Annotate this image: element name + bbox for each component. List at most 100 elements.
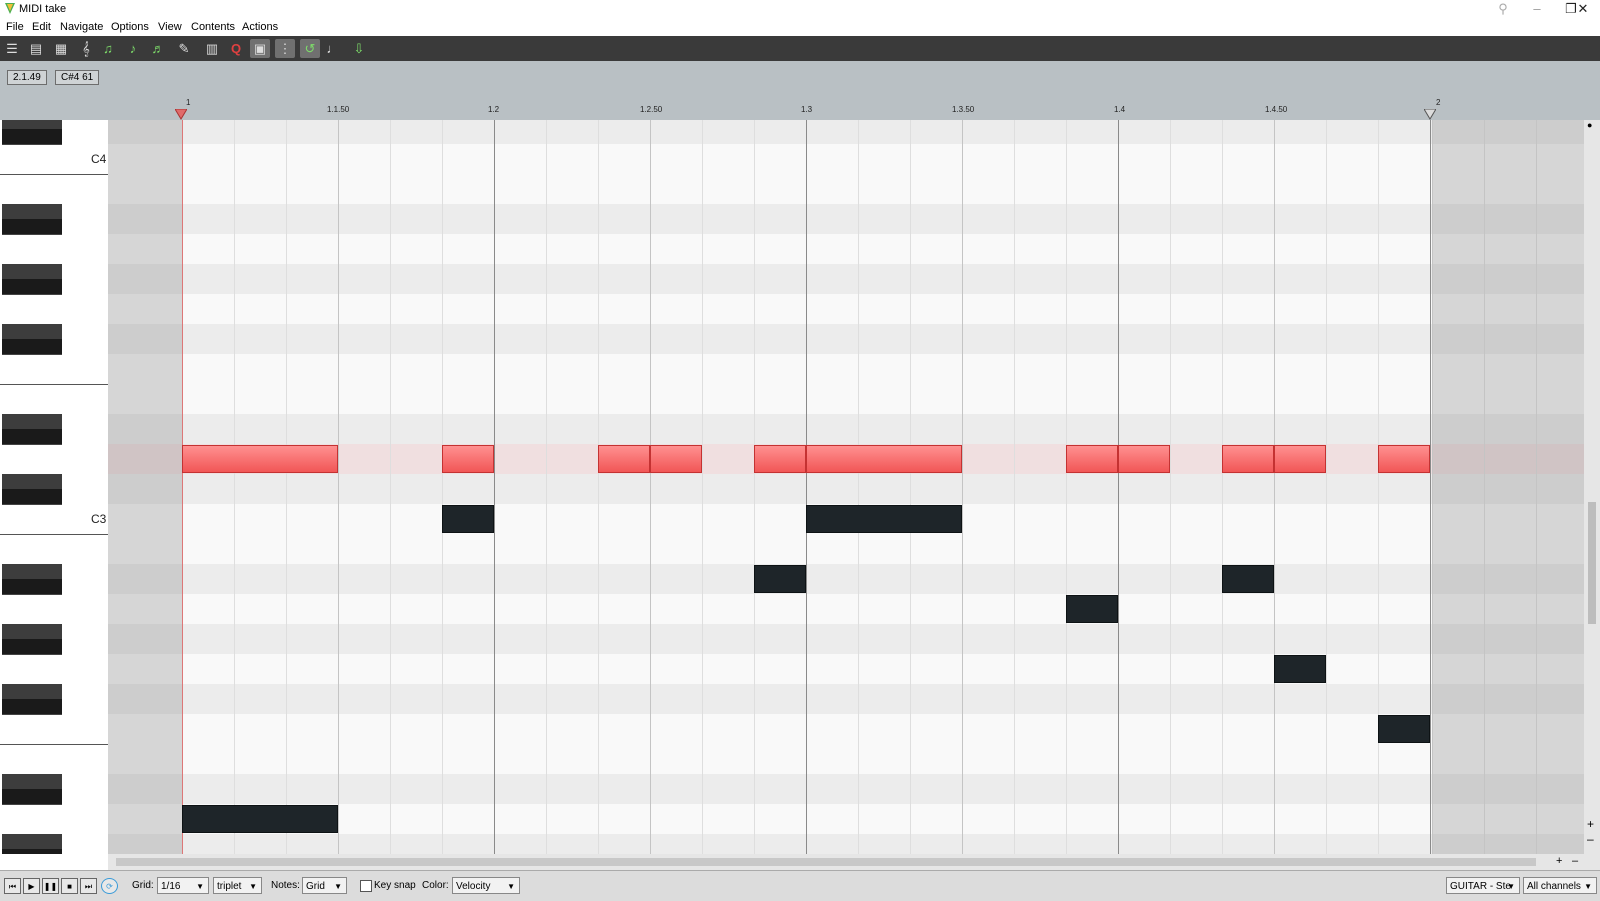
pitch-lane[interactable]	[108, 714, 1584, 744]
pitch-lane[interactable]	[108, 744, 1584, 774]
midi-note-selected[interactable]	[806, 445, 962, 473]
h-zoom-out-icon[interactable]: –	[1572, 855, 1578, 867]
pitch-lane[interactable]	[108, 324, 1584, 354]
minimize-icon[interactable]: –	[1520, 0, 1554, 18]
drum-grid-view-icon[interactable]: ▦	[51, 39, 71, 58]
horizontal-scrollbar[interactable]: + –	[108, 854, 1600, 870]
note-display[interactable]: C#4 61	[55, 70, 100, 85]
midi-note[interactable]	[806, 505, 962, 533]
close-icon[interactable]: ✕	[1566, 0, 1600, 18]
piano-roll-view-icon[interactable]: ▤	[26, 39, 46, 58]
note-edit-icon[interactable]: ✎	[174, 39, 194, 58]
grid-icon[interactable]: ⋮	[275, 39, 295, 58]
midi-note-selected[interactable]	[1066, 445, 1118, 473]
midi-note-selected[interactable]	[1222, 445, 1274, 473]
go-to-end-icon[interactable]: ⏭	[80, 878, 97, 894]
midi-note-selected[interactable]	[182, 445, 338, 473]
pitch-lane[interactable]	[108, 654, 1584, 684]
play-icon[interactable]: ▶	[23, 878, 40, 894]
black-key[interactable]	[2, 474, 62, 505]
pitch-lane[interactable]	[108, 594, 1584, 624]
piano-keyboard[interactable]: C4 C3	[0, 120, 109, 854]
midi-note-selected[interactable]	[598, 445, 650, 473]
zoom-in-icon[interactable]: +	[1587, 817, 1594, 831]
pitch-lane[interactable]	[108, 684, 1584, 714]
step-input-icon[interactable]: ⇩	[349, 39, 369, 58]
pitch-lane[interactable]	[108, 144, 1584, 174]
start-marker-icon[interactable]	[175, 109, 187, 120]
black-key[interactable]	[2, 684, 62, 715]
notes-select[interactable]: Grid ▼	[302, 877, 347, 894]
pitch-lane[interactable]	[108, 474, 1584, 504]
h-zoom-in-icon[interactable]: +	[1556, 855, 1562, 867]
midi-note[interactable]	[1222, 565, 1274, 593]
black-key[interactable]	[2, 204, 62, 235]
pitch-lane[interactable]	[108, 174, 1584, 204]
go-to-start-icon[interactable]: ⏮	[4, 878, 21, 894]
pitch-lane[interactable]	[108, 204, 1584, 234]
color-select[interactable]: Velocity ▼	[452, 877, 520, 894]
pitch-lane[interactable]	[108, 624, 1584, 654]
black-key[interactable]	[2, 624, 62, 655]
black-key[interactable]	[2, 120, 62, 145]
pitch-lane[interactable]	[108, 264, 1584, 294]
menu-view[interactable]: View	[158, 21, 182, 33]
note-play-icon[interactable]: ♪	[123, 39, 143, 58]
menu-navigate[interactable]: Navigate	[60, 21, 103, 33]
fill-icon[interactable]: ▣	[250, 39, 270, 58]
midi-note[interactable]	[754, 565, 806, 593]
channel-select[interactable]: All channels ▼	[1523, 877, 1597, 894]
midi-note-selected[interactable]	[1118, 445, 1170, 473]
event-list-icon[interactable]: ▥	[202, 39, 222, 58]
quantize-icon[interactable]: Q	[226, 39, 246, 58]
pitch-lane[interactable]	[108, 354, 1584, 384]
menu-contents[interactable]: Contents	[191, 21, 235, 33]
pitch-lane[interactable]	[108, 774, 1584, 804]
midi-note-selected[interactable]	[754, 445, 806, 473]
pitch-lane[interactable]	[108, 564, 1584, 594]
midi-note[interactable]	[182, 805, 338, 833]
loop-icon[interactable]: ↺	[300, 39, 320, 58]
midi-note-selected[interactable]	[1378, 445, 1430, 473]
midi-note[interactable]	[1066, 595, 1118, 623]
horizontal-scroll-thumb[interactable]	[116, 858, 1536, 866]
black-key[interactable]	[2, 414, 62, 445]
pitch-lane[interactable]	[108, 534, 1584, 564]
pause-icon[interactable]: ❚❚	[42, 878, 59, 894]
key-snap-checkbox[interactable]	[360, 880, 372, 892]
midi-note-selected[interactable]	[650, 445, 702, 473]
pitch-lane[interactable]	[108, 834, 1584, 854]
menu-actions[interactable]: Actions	[242, 21, 278, 33]
scroll-up-icon[interactable]: ●	[1587, 120, 1592, 130]
pitch-lane[interactable]	[108, 384, 1584, 414]
record-icon[interactable]: ♩	[323, 39, 343, 58]
black-key[interactable]	[2, 774, 62, 805]
menu-file[interactable]: File	[6, 21, 24, 33]
end-marker-icon[interactable]	[1424, 109, 1436, 120]
note-select-icon[interactable]: ♬	[148, 39, 168, 58]
menu-options[interactable]: Options	[111, 21, 149, 33]
position-display[interactable]: 2.1.49	[7, 70, 47, 85]
pitch-lane[interactable]	[108, 294, 1584, 324]
repeat-icon[interactable]: ⟳	[101, 878, 118, 894]
pin-icon[interactable]: ⚲	[1486, 0, 1520, 18]
grid-type-select[interactable]: triplet ▼	[213, 877, 262, 894]
black-key[interactable]	[2, 324, 62, 355]
midi-note[interactable]	[442, 505, 494, 533]
track-select[interactable]: GUITAR - Ste ▼	[1446, 877, 1520, 894]
black-key[interactable]	[2, 264, 62, 295]
stop-icon[interactable]: ■	[61, 878, 78, 894]
notation-icon[interactable]: 𝄞	[76, 39, 96, 58]
pitch-lane[interactable]	[108, 120, 1584, 144]
zoom-out-icon[interactable]: –	[1587, 832, 1594, 846]
note-green-icon[interactable]: ♫	[98, 39, 118, 58]
grid-select[interactable]: 1/16 ▼	[157, 877, 209, 894]
midi-note[interactable]	[1378, 715, 1430, 743]
vertical-scrollbar[interactable]: ● + –	[1584, 120, 1600, 854]
midi-note-selected[interactable]	[442, 445, 494, 473]
menu-edit[interactable]: Edit	[32, 21, 51, 33]
midi-note-selected[interactable]	[1274, 445, 1326, 473]
pitch-lane[interactable]	[108, 414, 1584, 444]
pitch-lane[interactable]	[108, 234, 1584, 264]
list-icon[interactable]: ☰	[2, 39, 22, 58]
